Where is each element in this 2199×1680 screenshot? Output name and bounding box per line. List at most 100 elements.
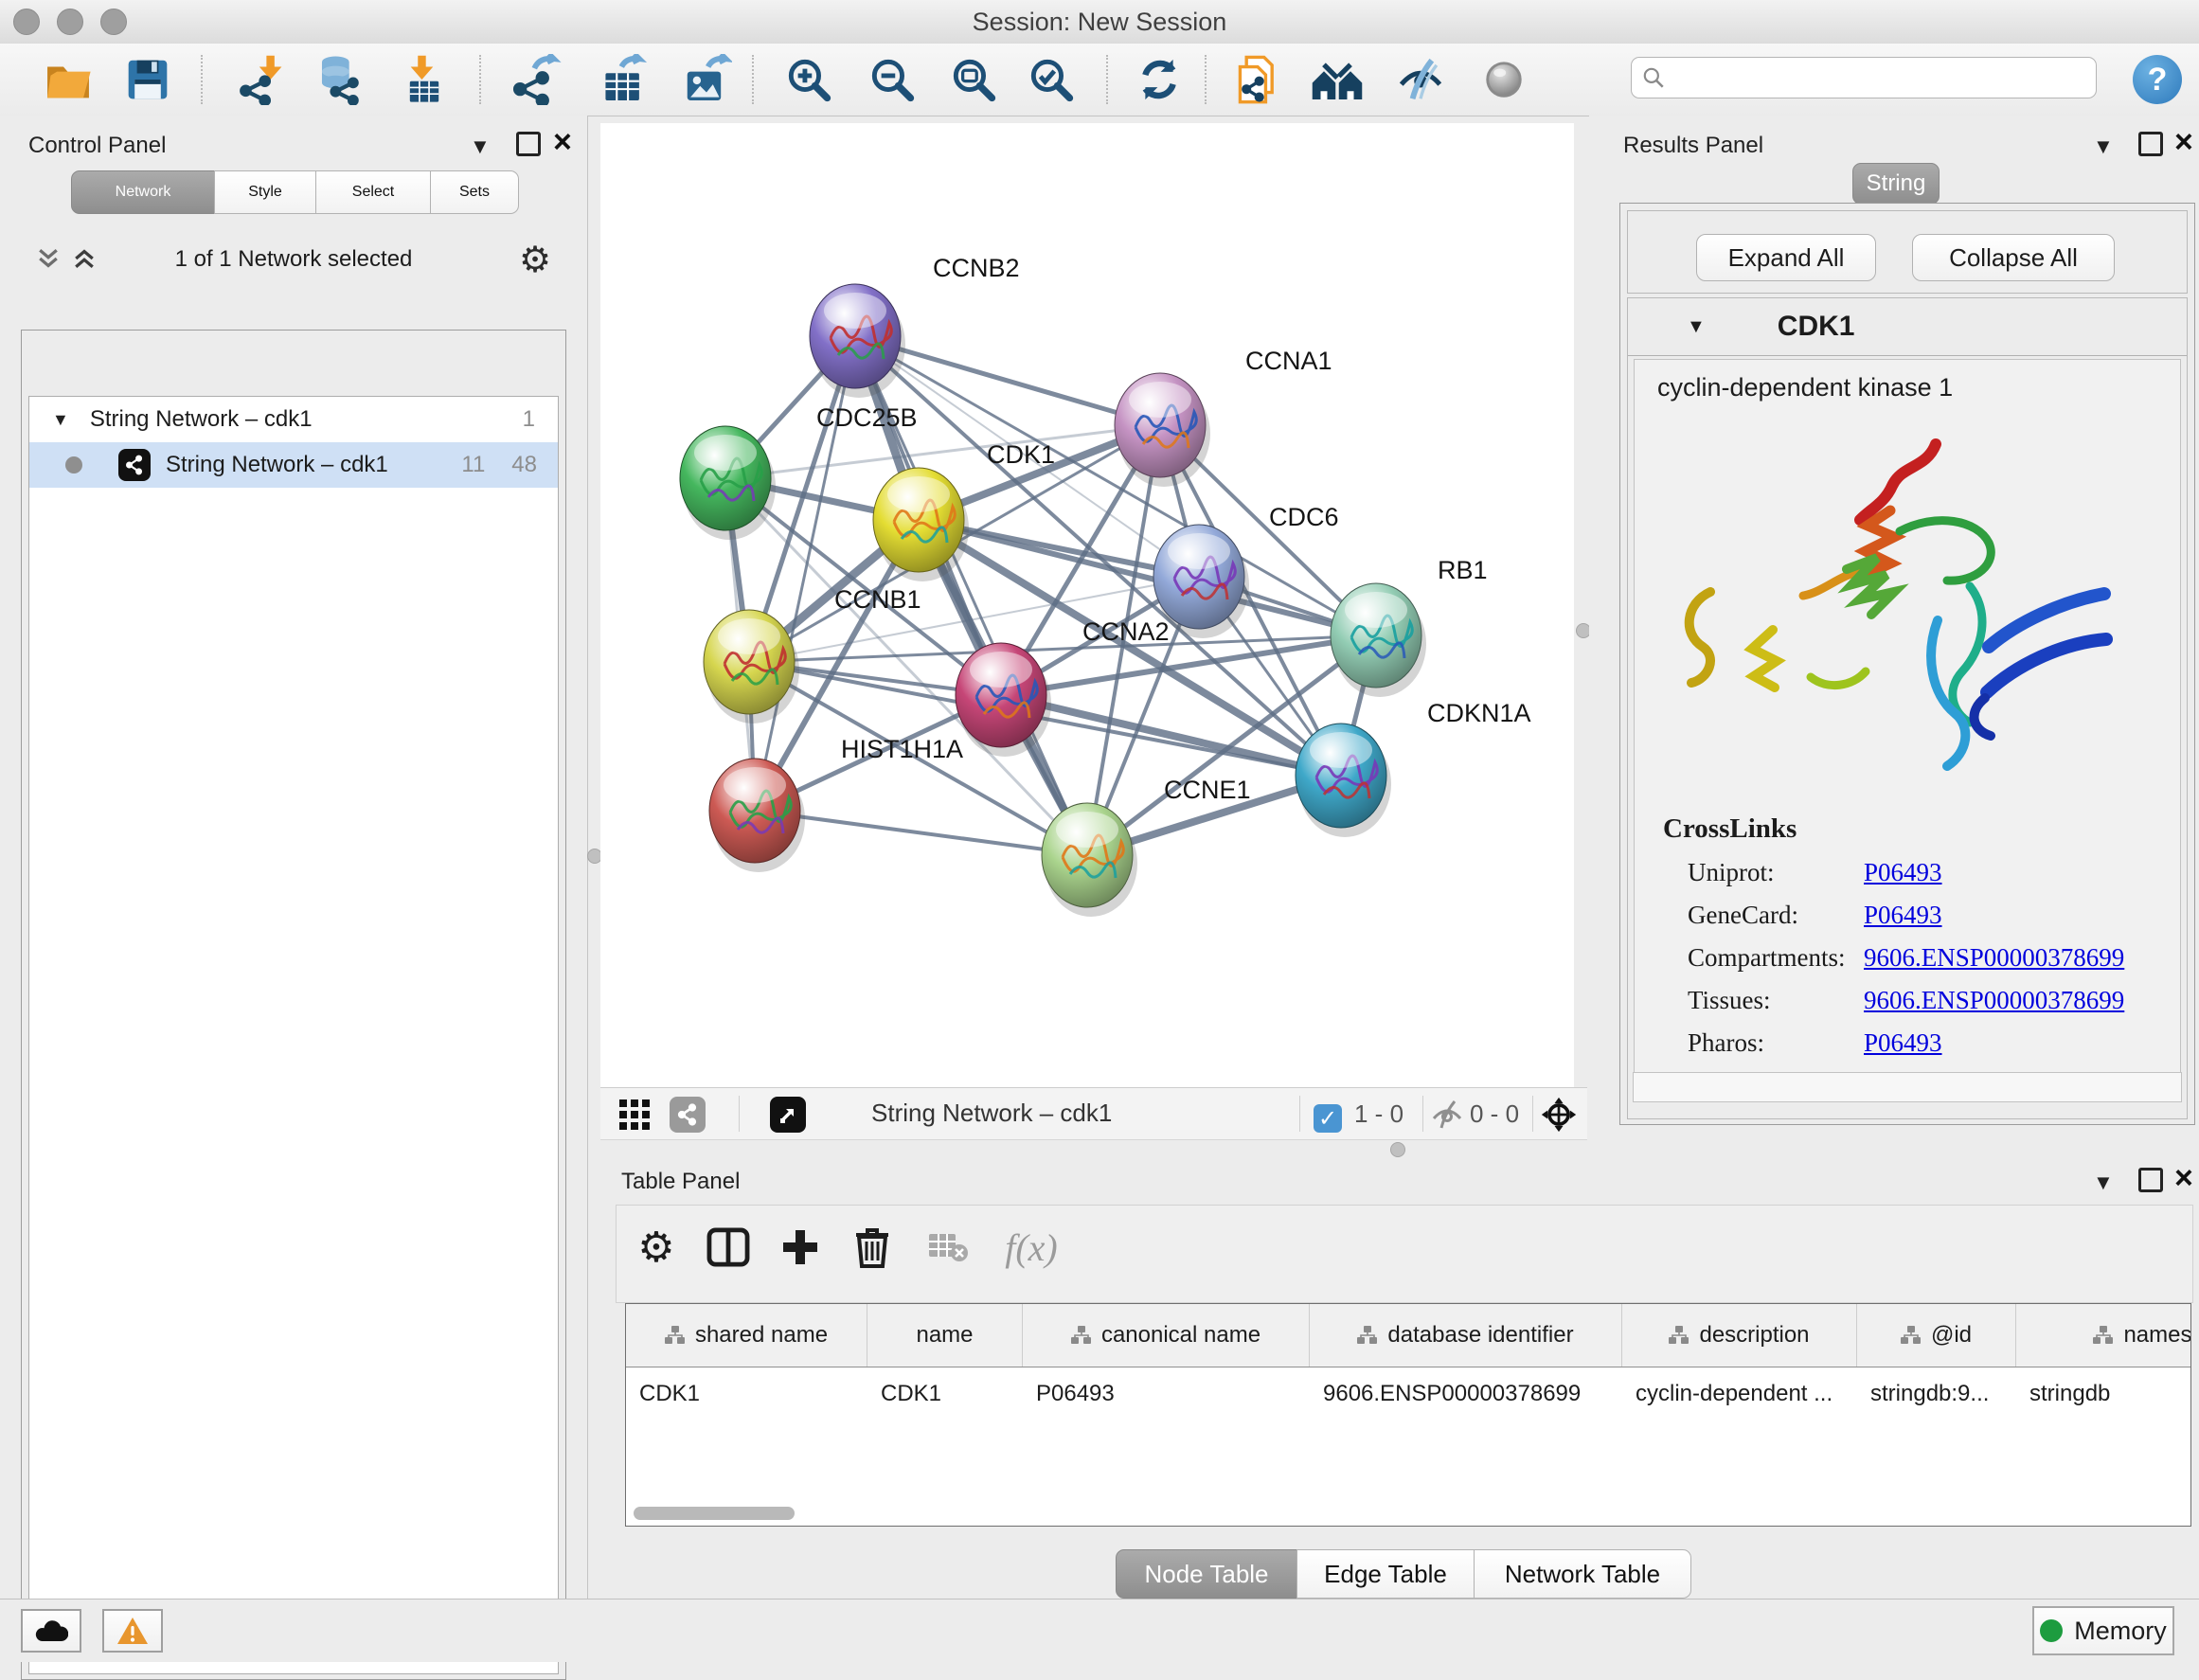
first-neighbors-button[interactable] [1311, 53, 1364, 106]
collection-count: 1 [523, 406, 535, 433]
node-table: shared name name canonical namedatabase id… [625, 1303, 2191, 1527]
edge-CCNA2-CDKN1A[interactable] [1001, 695, 1341, 776]
gene-name: CDK1 [1778, 311, 1855, 343]
export-network-button[interactable] [510, 53, 563, 106]
selected-checkbox[interactable]: ✓ [1309, 1099, 1347, 1137]
warning-status-button[interactable] [102, 1609, 163, 1653]
string-network-icon [118, 449, 151, 481]
column-header-@id[interactable]: @id [1857, 1304, 2016, 1367]
close-panel-icon[interactable]: × [2174, 1169, 2193, 1188]
show-column-button[interactable] [702, 1221, 755, 1274]
grid-icon [618, 1099, 651, 1131]
tab-node-table[interactable]: Node Table [1116, 1549, 1297, 1599]
search-input[interactable] [1673, 63, 2084, 92]
crosslink-value[interactable]: 9606.ENSP00000378699 [1864, 986, 2124, 1015]
graphics-details-button[interactable] [1477, 53, 1530, 106]
panel-menu-icon[interactable]: ▼ [470, 136, 491, 157]
zoom-selected-button[interactable] [1025, 53, 1078, 106]
footer-separator [1422, 1096, 1423, 1132]
delete-column-button[interactable] [846, 1221, 899, 1274]
column-label: description [1699, 1322, 1809, 1349]
float-panel-icon[interactable] [516, 132, 541, 156]
toolbar-separator [1205, 55, 1207, 104]
hide-selected-button[interactable] [1394, 53, 1447, 106]
expand-all-button[interactable]: Expand All [1696, 234, 1876, 281]
tab-style[interactable]: Style [214, 170, 316, 214]
table-cell: stringdb [2016, 1381, 2191, 1407]
gene-section-header[interactable]: ▼ CDK1 [1628, 298, 2187, 356]
column-header-database-identifier[interactable]: database identifier [1310, 1304, 1622, 1367]
collapse-all-button[interactable]: Collapse All [1912, 234, 2115, 281]
crosslink-value[interactable]: P06493 [1864, 1028, 1942, 1058]
tab-select[interactable]: Select [315, 170, 431, 214]
help-button[interactable]: ? [2133, 55, 2182, 104]
network-node-count: 11 [461, 452, 485, 478]
horizontal-splitter-handle[interactable] [1390, 1142, 1405, 1157]
import-network-file-button[interactable] [237, 53, 290, 106]
column-header-shared-name[interactable]: shared name [626, 1304, 867, 1367]
delete-table-button[interactable] [921, 1221, 974, 1274]
zoom-fit-button[interactable] [947, 53, 1000, 106]
import-table-icon [399, 54, 450, 105]
zoom-in-button[interactable] [782, 53, 835, 106]
goto-network-button[interactable] [769, 1096, 807, 1134]
add-column-button[interactable] [774, 1221, 827, 1274]
network-row-selected[interactable]: String Network – cdk1 11 48 [29, 442, 558, 488]
column-header-description[interactable]: description [1622, 1304, 1857, 1367]
column-header-name[interactable]: name [867, 1304, 1023, 1367]
function-builder-button[interactable]: f(x) [993, 1221, 1069, 1274]
export-image-button[interactable] [680, 53, 733, 106]
network-collection-row[interactable]: ▼ String Network – cdk1 1 [29, 397, 558, 442]
tab-network[interactable]: Network [71, 170, 215, 214]
close-panel-icon[interactable]: × [2174, 133, 2193, 152]
import-network-database-button[interactable] [311, 53, 364, 106]
save-session-button[interactable] [121, 53, 174, 106]
table-settings-gear-icon[interactable]: ⚙ [630, 1221, 683, 1274]
fit-selected-button[interactable] [1540, 1096, 1578, 1134]
tab-edge-table[interactable]: Edge Table [1296, 1549, 1475, 1599]
import-table-button[interactable] [398, 53, 451, 106]
open-session-button[interactable] [42, 53, 95, 106]
crosslink-value[interactable]: P06493 [1864, 858, 1942, 887]
results-panel-tabs: String [1852, 163, 1940, 205]
crosslink-row: GeneCard:P06493 [1688, 901, 2180, 930]
selected-count: 1 - 0 [1354, 1099, 1403, 1129]
tab-string[interactable]: String [1852, 163, 1940, 205]
string-style-button[interactable] [669, 1096, 706, 1134]
hidden-toggle[interactable] [1428, 1096, 1466, 1134]
control-panel-tabs: Network Style Select Sets [71, 170, 519, 214]
table-row[interactable]: CDK1CDK1P064939606.ENSP00000378699cyclin… [626, 1367, 2190, 1421]
status-bar: Memory [0, 1599, 2199, 1662]
column-header-namespace[interactable]: namespace [2016, 1304, 2191, 1367]
duplicate-page-button[interactable] [1231, 53, 1284, 106]
eye-slash-icon [1395, 54, 1446, 105]
crosslink-value[interactable]: P06493 [1864, 901, 1942, 930]
panel-menu-icon[interactable]: ▼ [2093, 1172, 2114, 1193]
network-status-dot [65, 456, 82, 474]
protein-structure-image [1652, 420, 2163, 798]
checkbox-icon: ✓ [1314, 1104, 1342, 1133]
apply-layout-button[interactable] [1133, 53, 1186, 106]
results-horizontal-scrollbar[interactable] [1633, 1072, 2182, 1102]
column-label: name [916, 1322, 973, 1349]
zoom-out-button[interactable] [866, 53, 919, 106]
float-panel-icon[interactable] [2138, 132, 2163, 156]
search-icon [1641, 65, 1666, 90]
birds-eye-view-button[interactable] [616, 1096, 653, 1134]
close-panel-icon[interactable]: × [553, 133, 572, 152]
tab-sets[interactable]: Sets [430, 170, 519, 214]
crosslink-value[interactable]: 9606.ENSP00000378699 [1864, 943, 2124, 973]
tab-network-table[interactable]: Network Table [1474, 1549, 1691, 1599]
collapse-triangle-icon[interactable]: ▼ [52, 410, 69, 430]
cloud-status-button[interactable] [21, 1609, 81, 1653]
fx-icon: f(x) [1005, 1225, 1058, 1270]
collapse-triangle-icon[interactable]: ▼ [1687, 316, 1706, 338]
table-horizontal-scrollbar[interactable] [634, 1507, 795, 1520]
panel-menu-icon[interactable]: ▼ [2093, 136, 2114, 157]
column-header-canonical-name[interactable]: canonical name [1023, 1304, 1310, 1367]
network-options-gear-icon[interactable]: ⚙ [519, 239, 551, 281]
network-canvas[interactable]: CCNB2CCNA1CDC25BCDK1CDC6RB1CCNB1CCNA2HIS… [600, 123, 1574, 1087]
memory-button[interactable]: Memory [2032, 1606, 2174, 1655]
float-panel-icon[interactable] [2138, 1168, 2163, 1192]
export-table-button[interactable] [597, 53, 650, 106]
